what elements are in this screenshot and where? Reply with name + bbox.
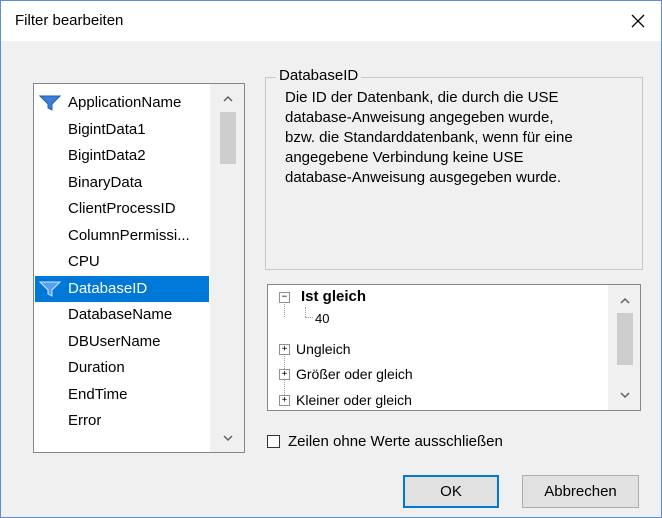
column-list-item-label: ColumnPermissi...: [68, 226, 190, 244]
column-list-item-label: BinaryData: [68, 173, 143, 191]
column-list-item-label: ApplicationName: [68, 94, 182, 111]
column-list-item[interactable]: DatabaseID: [35, 275, 209, 302]
description-title: DatabaseID: [276, 67, 362, 84]
exclude-empty-checkbox[interactable]: [267, 434, 280, 448]
column-list-item[interactable]: Duration: [35, 355, 209, 381]
close-button[interactable]: [615, 1, 661, 41]
column-list-item-label: ClientProcessID: [68, 200, 176, 217]
collapse-icon[interactable]: −: [279, 292, 290, 303]
funnel-icon: [39, 281, 61, 297]
exclude-empty-option[interactable]: Zeilen ohne Werte ausschließen: [267, 431, 503, 451]
column-list-item-label: Error: [68, 412, 102, 429]
column-list-item-label: DatabaseName: [68, 306, 173, 323]
title-bar: Filter bearbeiten: [1, 1, 661, 41]
expand-icon[interactable]: +: [279, 344, 290, 355]
column-list-item[interactable]: ClientProcessID: [35, 196, 209, 222]
scroll-thumb[interactable]: [220, 112, 236, 164]
column-list-item-label: BigintData1: [68, 120, 146, 138]
condition-tree[interactable]: − Ist gleich 40 + Ungleich + Größer oder…: [267, 284, 641, 411]
tree-node-label: Ungleich: [296, 341, 351, 357]
column-list-item-label: DBUserName: [68, 332, 161, 350]
tree-node-label: Größer oder gleich: [296, 366, 413, 382]
expand-icon[interactable]: +: [279, 369, 290, 380]
tree-node-value-label: 40: [315, 311, 330, 326]
tree-node-label: Ist gleich: [301, 288, 367, 305]
column-list-item-label: Duration: [68, 359, 125, 376]
description-text: Die ID der Datenbank, die durch die USE …: [285, 89, 573, 186]
column-list-item-label: EndTime: [68, 385, 128, 403]
column-list-item-label: CPU: [68, 253, 100, 270]
dialog-title: Filter bearbeiten: [15, 12, 124, 29]
tree-node-value[interactable]: 40: [315, 308, 329, 330]
chevron-down-icon: [619, 391, 630, 398]
column-list-item[interactable]: BigintData2: [35, 143, 209, 169]
column-list-item[interactable]: BinaryData: [35, 170, 209, 196]
cancel-button[interactable]: Abbrechen: [522, 475, 639, 508]
condition-tree-scrollbar[interactable]: [608, 285, 640, 410]
column-list-item[interactable]: ColumnPermissi...: [35, 223, 209, 249]
column-list-item-label: BigintData2: [68, 147, 146, 164]
chevron-up-icon: [222, 95, 233, 102]
close-icon: [631, 14, 645, 28]
exclude-empty-label: Zeilen ohne Werte ausschließen: [288, 432, 503, 450]
column-list-item[interactable]: EndTime: [35, 382, 209, 408]
scroll-thumb[interactable]: [617, 313, 633, 365]
scroll-down-button[interactable]: [609, 385, 640, 405]
column-list-item[interactable]: DatabaseName: [35, 302, 209, 328]
column-list[interactable]: ApplicationName BigintData1 BigintData2 Bin…: [33, 83, 245, 453]
column-list-item[interactable]: Error: [35, 408, 209, 434]
ok-button[interactable]: OK: [403, 475, 499, 508]
column-list-item[interactable]: CPU: [35, 249, 209, 275]
chevron-down-icon: [222, 434, 233, 441]
column-list-item[interactable]: DBUserName: [35, 329, 209, 355]
scroll-up-button[interactable]: [609, 290, 640, 310]
tree-node-label: Kleiner oder gleich: [296, 392, 412, 408]
scroll-down-button[interactable]: [211, 428, 244, 448]
funnel-icon: [39, 95, 61, 111]
column-list-item-label: DatabaseID: [68, 279, 148, 297]
column-list-item[interactable]: ApplicationName: [35, 90, 209, 116]
column-list-item[interactable]: BigintData1: [35, 117, 209, 143]
scroll-up-button[interactable]: [211, 88, 244, 108]
column-list-scrollbar[interactable]: [210, 84, 244, 452]
filter-dialog: Filter bearbeiten ApplicationName BigintD…: [0, 0, 662, 518]
chevron-up-icon: [619, 297, 630, 304]
expand-icon[interactable]: +: [279, 395, 290, 406]
